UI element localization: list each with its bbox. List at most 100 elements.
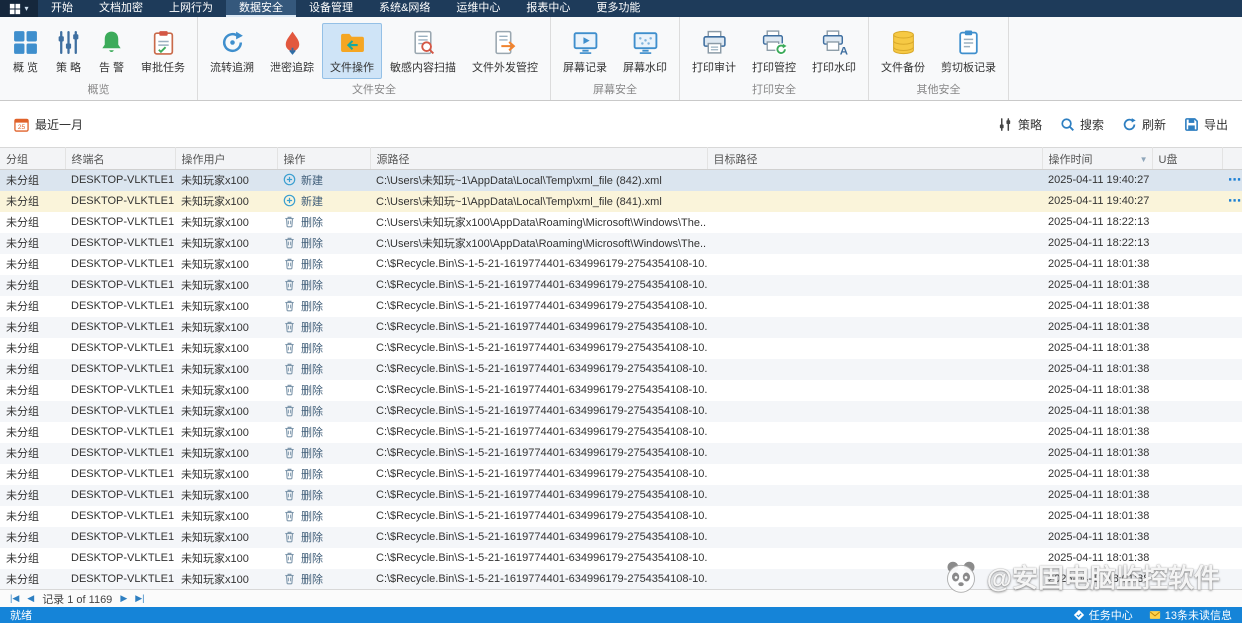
clipboard-record-icon — [955, 29, 982, 56]
cell-row-actions — [1222, 548, 1242, 569]
table-row[interactable]: 未分组 DESKTOP-VLKTLE1 未知玩家x100 删除 C:\Users\未知玩… — [0, 212, 1242, 233]
cell-usb — [1152, 506, 1222, 527]
column-header-1[interactable]: 终端名 — [65, 147, 176, 170]
column-header-4[interactable]: 源路径 — [370, 147, 708, 170]
table-row[interactable]: 未分组 DESKTOP-VLKTLE1 未知玩家x100 删除 C:\$Recycle.… — [0, 484, 1242, 506]
ribbon-button-print-audit[interactable]: 打印审计 — [684, 23, 744, 79]
table-row[interactable]: 未分组 DESKTOP-VLKTLE1 未知玩家x100 删除 C:\$Recycle.… — [0, 506, 1242, 527]
export-button[interactable]: 导出 — [1184, 116, 1228, 133]
screen-watermark-icon — [632, 29, 659, 56]
column-header-3[interactable]: 操作 — [277, 147, 371, 170]
table-row[interactable]: 未分组 DESKTOP-VLKTLE1 未知玩家x100 删除 C:\$Recycle.… — [0, 400, 1242, 422]
cell-usb — [1152, 380, 1222, 401]
table-row[interactable]: 未分组 DESKTOP-VLKTLE1 未知玩家x100 删除 C:\$Recycle.… — [0, 254, 1242, 275]
row-menu-button[interactable]: ⋯ — [1228, 172, 1241, 187]
cell-time: 2025-04-11 19:40:27 — [1048, 174, 1150, 187]
ribbon-button-flow-trace[interactable]: 流转追溯 — [202, 23, 262, 79]
column-header-actions — [1222, 147, 1242, 170]
cell-time: 2025-04-11 18:01:38 — [1048, 300, 1150, 312]
menu-item-4[interactable]: 设备管理 — [296, 0, 366, 17]
task-center-button[interactable]: 任务中心 — [1073, 607, 1133, 623]
table-row[interactable]: 未分组 DESKTOP-VLKTLE1 未知玩家x100 删除 C:\$Recycle.… — [0, 464, 1242, 485]
table-row[interactable]: 未分组 DESKTOP-VLKTLE1 未知玩家x100 新建 C:\Users\未知玩… — [0, 169, 1242, 191]
cell-group: 未分组 — [6, 259, 39, 271]
ribbon-button-alert-bell[interactable]: 告 警 — [90, 23, 133, 79]
table-row[interactable]: 未分组 DESKTOP-VLKTLE1 未知玩家x100 删除 C:\$Recycle.… — [0, 526, 1242, 548]
table-row[interactable]: 未分组 DESKTOP-VLKTLE1 未知玩家x100 新建 C:\Users\未知玩… — [0, 190, 1242, 212]
table-row[interactable]: 未分组 DESKTOP-VLKTLE1 未知玩家x100 删除 C:\$Recycle.… — [0, 274, 1242, 296]
tune-button[interactable]: 策略 — [998, 116, 1042, 133]
ribbon-button-screen-watermark[interactable]: 屏幕水印 — [615, 23, 675, 79]
ribbon-button-file-outgoing[interactable]: 文件外发管控 — [464, 23, 546, 79]
column-header-2[interactable]: 操作用户 — [175, 147, 278, 170]
cell-row-actions — [1222, 485, 1242, 506]
unread-messages-button[interactable]: 13条未读信息 — [1149, 607, 1232, 623]
column-filter-icon[interactable]: ▼ — [1140, 155, 1148, 164]
table-row[interactable]: 未分组 DESKTOP-VLKTLE1 未知玩家x100 删除 C:\$Recycle.… — [0, 380, 1242, 401]
ribbon-button-overview-grid[interactable]: 概 览 — [4, 23, 47, 79]
ribbon-button-label: 文件备份 — [881, 62, 925, 74]
column-header-0[interactable]: 分组 — [0, 147, 66, 170]
ribbon-button-leak-trace[interactable]: 泄密追踪 — [262, 23, 322, 79]
cell-row-actions — [1222, 338, 1242, 359]
cell-operation: 删除 — [277, 527, 370, 548]
cell-operation: 删除 — [277, 401, 370, 422]
cell-group: 未分组 — [6, 490, 39, 502]
ribbon-button-screen-record[interactable]: 屏幕记录 — [555, 23, 615, 79]
cell-group: 未分组 — [6, 427, 39, 439]
app-menu-button[interactable]: ▾ — [0, 0, 38, 17]
table-row[interactable]: 未分组 DESKTOP-VLKTLE1 未知玩家x100 删除 C:\$Recycle.… — [0, 548, 1242, 569]
cell-time: 2025-04-11 18:01:38 — [1048, 447, 1150, 459]
next-page-button[interactable]: ▶ — [120, 593, 127, 604]
ribbon-button-file-backup[interactable]: 文件备份 — [873, 23, 933, 79]
ribbon-button-print-control[interactable]: 打印管控 — [744, 23, 804, 79]
cell-terminal: DESKTOP-VLKTLE1 — [71, 174, 175, 187]
menu-item-2[interactable]: 上网行为 — [156, 0, 226, 17]
search-icon — [1060, 117, 1075, 132]
menu-item-5[interactable]: 系统&网络 — [366, 0, 443, 17]
cell-operation: 删除 — [277, 464, 370, 485]
cell-target-path — [707, 338, 1042, 359]
first-page-button[interactable]: |◀ — [10, 593, 19, 604]
ribbon-button-sensitive-scan[interactable]: 敏感内容扫描 — [382, 23, 464, 79]
table-row[interactable]: 未分组 DESKTOP-VLKTLE1 未知玩家x100 删除 C:\$Recycle.… — [0, 442, 1242, 464]
column-header-6[interactable]: 操作时间 ▼ — [1042, 147, 1153, 170]
column-header-7[interactable]: U盘 — [1152, 147, 1223, 170]
column-header-5[interactable]: 目标路径 — [707, 147, 1043, 170]
menu-item-1[interactable]: 文档加密 — [86, 0, 156, 17]
table-row[interactable]: 未分组 DESKTOP-VLKTLE1 未知玩家x100 删除 C:\$Recycle.… — [0, 296, 1242, 317]
cell-usb — [1152, 401, 1222, 422]
table-row[interactable]: 未分组 DESKTOP-VLKTLE1 未知玩家x100 删除 C:\$Recycle.… — [0, 422, 1242, 443]
cell-time: 2025-04-11 18:01:38 — [1048, 258, 1150, 270]
cell-usb — [1152, 170, 1222, 191]
leak-trace-icon — [279, 29, 306, 56]
table-row[interactable]: 未分组 DESKTOP-VLKTLE1 未知玩家x100 删除 C:\Users\未知玩… — [0, 232, 1242, 254]
ribbon-button-approval-clipboard[interactable]: 审批任务 — [133, 23, 193, 79]
cell-user: 未知玩家x100 — [181, 343, 249, 355]
date-range-filter[interactable]: 25 最近一月 — [14, 116, 83, 133]
search-button[interactable]: 搜索 — [1060, 116, 1104, 133]
ribbon-button-clipboard-record[interactable]: 剪切板记录 — [933, 23, 1004, 79]
table-row[interactable]: 未分组 DESKTOP-VLKTLE1 未知玩家x100 删除 C:\$Recycle.… — [0, 316, 1242, 338]
table-row[interactable]: 未分组 DESKTOP-VLKTLE1 未知玩家x100 删除 C:\$Recycle.… — [0, 568, 1242, 589]
cell-terminal: DESKTOP-VLKTLE1 — [71, 447, 175, 459]
cell-group: 未分组 — [6, 532, 39, 544]
menu-item-8[interactable]: 更多功能 — [583, 0, 653, 17]
ribbon-button-policy-sliders[interactable]: 策 略 — [47, 23, 90, 79]
last-page-button[interactable]: ▶| — [135, 593, 144, 604]
refresh-button[interactable]: 刷新 — [1122, 116, 1166, 133]
calendar-icon: 25 — [14, 117, 29, 132]
ribbon-button-file-operations[interactable]: 文件操作 — [322, 23, 382, 79]
menu-item-0[interactable]: 开始 — [38, 0, 86, 17]
cell-target-path — [707, 401, 1042, 422]
menu-item-6[interactable]: 运维中心 — [443, 0, 513, 17]
row-menu-button[interactable]: ⋯ — [1228, 193, 1241, 208]
cell-user: 未知玩家x100 — [181, 532, 249, 544]
menu-item-7[interactable]: 报表中心 — [513, 0, 583, 17]
menu-item-3[interactable]: 数据安全 — [226, 0, 296, 17]
table-row[interactable]: 未分组 DESKTOP-VLKTLE1 未知玩家x100 删除 C:\$Recycle.… — [0, 358, 1242, 380]
table-row[interactable]: 未分组 DESKTOP-VLKTLE1 未知玩家x100 删除 C:\$Recycle.… — [0, 338, 1242, 359]
cell-usb — [1152, 254, 1222, 275]
prev-page-button[interactable]: ◀ — [27, 593, 34, 604]
ribbon-button-print-watermark[interactable]: A 打印水印 — [804, 23, 864, 79]
